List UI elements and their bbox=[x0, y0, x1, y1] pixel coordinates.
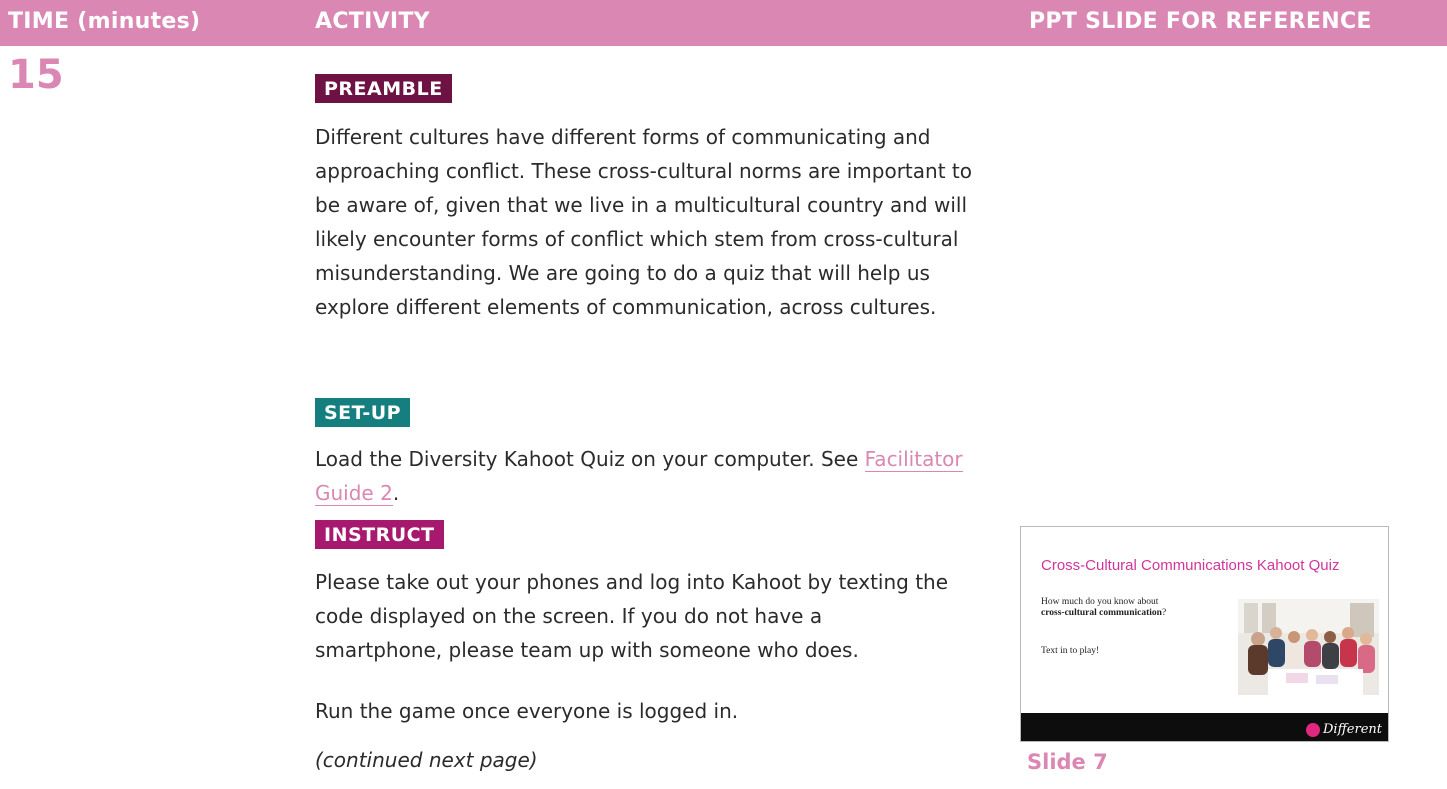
setup-text: Load the Diversity Kahoot Quiz on your c… bbox=[315, 442, 995, 510]
slide-question-bold: cross-cultural communication bbox=[1041, 608, 1162, 618]
slide-question-prefix: How much do you know about bbox=[1041, 597, 1159, 607]
slide-question: How much do you know about cross-cultural… bbox=[1041, 597, 1201, 619]
continued-note: (continued next page) bbox=[315, 748, 538, 772]
group-photo-image bbox=[1238, 599, 1379, 695]
slide-question-suffix: ? bbox=[1161, 608, 1167, 618]
slide-caption: Slide 7 bbox=[1027, 750, 1108, 774]
slide-footer-bar: Different bbox=[1021, 713, 1388, 741]
setup-text-before: Load the Diversity Kahoot Quiz on your c… bbox=[315, 447, 865, 471]
brand-logo: Different bbox=[1306, 722, 1382, 737]
brand-dot-icon bbox=[1306, 722, 1320, 737]
preamble-label: PREAMBLE bbox=[315, 74, 452, 103]
instruct-text: Please take out your phones and log into… bbox=[315, 570, 949, 662]
brand-text: Different bbox=[1323, 722, 1382, 737]
instruct-label: INSTRUCT bbox=[315, 520, 444, 549]
column-header-slide: PPT SLIDE FOR REFERENCE bbox=[1029, 9, 1372, 34]
setup-text-after: . bbox=[392, 481, 400, 505]
preamble-text: Different cultures have different forms … bbox=[315, 125, 972, 319]
slide-thumbnail: Cross-Cultural Communications Kahoot Qui… bbox=[1020, 526, 1389, 742]
setup-label: SET-UP bbox=[315, 398, 411, 427]
slide-call-to-action: Text in to play! bbox=[1041, 646, 1100, 656]
slide-title: Cross-Cultural Communications Kahoot Qui… bbox=[1041, 557, 1340, 574]
instruct-run-text: Run the game once everyone is logged in. bbox=[315, 699, 739, 723]
column-header-time: TIME (minutes) bbox=[8, 9, 201, 34]
time-value: 15 bbox=[8, 52, 64, 98]
table-header: TIME (minutes) ACTIVITY PPT SLIDE FOR RE… bbox=[0, 0, 1447, 46]
column-header-activity: ACTIVITY bbox=[315, 9, 430, 34]
